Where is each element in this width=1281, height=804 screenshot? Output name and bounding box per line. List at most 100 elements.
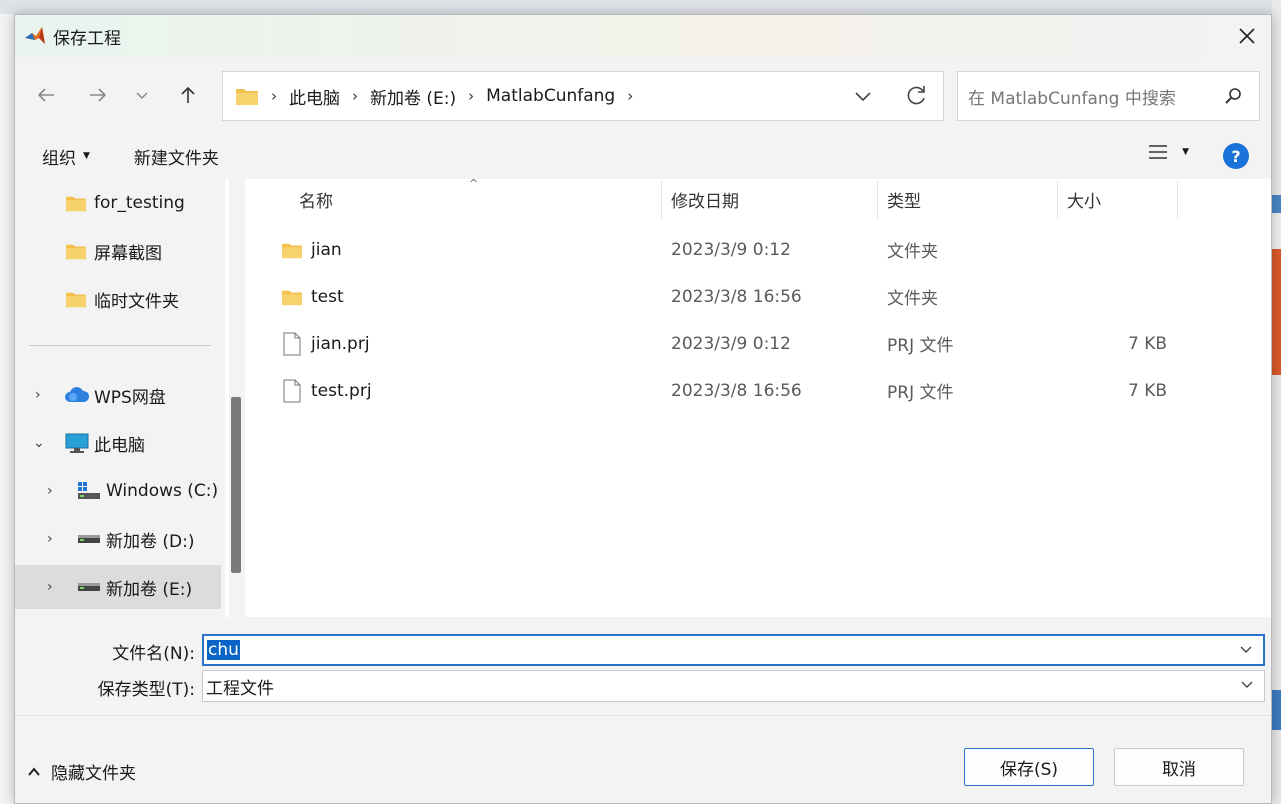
windows-drive-icon	[78, 482, 100, 499]
drive-icon	[78, 583, 100, 591]
column-header-label: 名称	[299, 191, 333, 212]
hide-folders-label: 隐藏文件夹	[51, 764, 136, 784]
expand-chevron-icon[interactable]: ›	[35, 387, 41, 403]
search-icon	[1225, 88, 1241, 104]
breadcrumb: › 此电脑 › 新加卷 (E:) › MatlabCunfang ›	[259, 84, 645, 109]
sidebar-item-label: 新加卷 (E:)	[106, 579, 193, 600]
close-button[interactable]	[1233, 22, 1261, 50]
help-button[interactable]: ?	[1223, 143, 1249, 169]
folder-icon	[66, 292, 86, 308]
table-row[interactable]: jian.prj 2023/3/9 0:12 PRJ 文件 7 KB	[251, 320, 1251, 367]
sidebar-item-label: 此电脑	[94, 435, 145, 456]
file-modified: 2023/3/9 0:12	[671, 333, 791, 354]
table-row[interactable]: test 2023/3/8 16:56 文件夹	[251, 273, 1251, 320]
matlab-logo-icon	[25, 27, 45, 44]
up-button[interactable]	[169, 76, 207, 114]
new-folder-button[interactable]: 新建文件夹	[134, 144, 219, 169]
table-row[interactable]: test.prj 2023/3/8 16:56 PRJ 文件 7 KB	[251, 367, 1251, 414]
folder-icon	[236, 89, 258, 105]
expand-chevron-icon[interactable]: ›	[47, 579, 53, 595]
new-folder-label: 新建文件夹	[133, 148, 219, 169]
computer-icon	[65, 433, 89, 453]
sidebar-item-label: Windows (C:)	[106, 481, 219, 501]
filetype-value: 工程文件	[206, 678, 274, 699]
chevron-down-icon[interactable]	[1239, 642, 1253, 656]
column-header-name[interactable]: 名称	[299, 179, 333, 219]
file-type: 文件夹	[887, 289, 938, 309]
column-header-label: 类型	[887, 191, 921, 212]
save-button[interactable]: 保存(S)	[964, 748, 1094, 786]
expand-chevron-icon[interactable]: ›	[47, 531, 53, 547]
forward-button[interactable]	[79, 76, 117, 114]
column-divider[interactable]	[1057, 181, 1058, 219]
cancel-button[interactable]: 取消	[1114, 748, 1244, 786]
search-placeholder: 在 MatlabCunfang 中搜索	[968, 88, 1176, 109]
address-bar[interactable]: › 此电脑 › 新加卷 (E:) › MatlabCunfang ›	[222, 71, 944, 121]
organize-label: 组织	[42, 148, 76, 169]
refresh-icon[interactable]	[903, 83, 929, 109]
divider	[15, 715, 1271, 716]
breadcrumb-separator-icon[interactable]: ›	[271, 87, 277, 105]
sidebar-item-label: WPS网盘	[94, 387, 166, 408]
filetype-select[interactable]: 工程文件	[202, 670, 1265, 702]
sidebar-item-wps-cloud[interactable]: › WPS网盘	[15, 373, 225, 417]
file-size	[1067, 273, 1167, 320]
collapse-chevron-icon[interactable]: ⌄	[33, 435, 45, 451]
column-header-label: 修改日期	[671, 191, 739, 212]
file-type: 文件夹	[887, 242, 938, 262]
address-dropdown-icon[interactable]	[851, 84, 875, 108]
expand-chevron-icon[interactable]: ›	[47, 483, 53, 499]
column-header-size[interactable]: 大小	[1067, 179, 1101, 219]
breadcrumb-separator-icon[interactable]: ›	[627, 87, 633, 105]
file-modified: 2023/3/8 16:56	[671, 286, 802, 307]
filename-input[interactable]: chu	[202, 634, 1265, 666]
recent-locations-button[interactable]	[123, 76, 161, 114]
column-divider[interactable]	[661, 181, 662, 219]
view-options-button[interactable]: ▼	[1148, 143, 1189, 161]
file-name: test	[311, 286, 344, 307]
search-input[interactable]: 在 MatlabCunfang 中搜索	[957, 71, 1260, 121]
file-size: 7 KB	[1127, 380, 1167, 401]
folder-icon	[66, 244, 86, 260]
table-row[interactable]: jian 2023/3/9 0:12 文件夹	[251, 226, 1251, 273]
arrow-up-icon	[181, 86, 195, 103]
chevron-up-icon	[28, 766, 40, 776]
column-header-modified[interactable]: 修改日期	[671, 179, 739, 219]
sidebar-item-drive-c[interactable]: › Windows (C:)	[15, 469, 225, 513]
breadcrumb-separator-icon[interactable]: ›	[468, 87, 474, 105]
column-divider[interactable]	[877, 181, 878, 219]
column-header-label: 大小	[1067, 191, 1101, 212]
navigation-bar: › 此电脑 › 新加卷 (E:) › MatlabCunfang › 在 Mat…	[15, 57, 1271, 133]
sidebar-item-this-pc[interactable]: ⌄ 此电脑	[15, 421, 225, 465]
column-header-type[interactable]: 类型	[887, 179, 921, 219]
save-form: 文件名(N): chu 保存类型(T): 工程文件 隐藏文件夹 保存(S) 取消	[15, 617, 1271, 803]
dialog-title: 保存工程	[53, 28, 121, 49]
caret-down-icon: ▼	[83, 151, 90, 161]
breadcrumb-item-this-pc[interactable]: 此电脑	[289, 84, 340, 109]
sidebar-item-drive-e[interactable]: › 新加卷 (E:)	[15, 565, 221, 609]
hide-folders-toggle[interactable]: 隐藏文件夹	[27, 759, 136, 784]
sidebar-scrollbar-thumb[interactable]	[231, 397, 241, 573]
sidebar-item-for-testing[interactable]: for_testing	[15, 181, 225, 225]
sidebar-item-temp-folder[interactable]: 临时文件夹	[15, 277, 225, 321]
sidebar-item-label: for_testing	[94, 193, 185, 213]
breadcrumb-item-drive-e[interactable]: 新加卷 (E:)	[370, 84, 456, 109]
breadcrumb-separator-icon[interactable]: ›	[352, 87, 358, 105]
file-list: ^ 名称 修改日期 类型 大小 jian 2023/3/9 0:12 文件夹 t…	[251, 177, 1271, 617]
title-bar: 保存工程	[15, 15, 1271, 57]
sidebar-item-label: 新加卷 (D:)	[106, 531, 195, 552]
file-name: test.prj	[311, 380, 372, 401]
sidebar-item-drive-d[interactable]: › 新加卷 (D:)	[15, 517, 225, 561]
column-divider[interactable]	[1177, 181, 1178, 219]
cloud-icon	[65, 387, 90, 402]
chevron-down-icon	[136, 92, 148, 100]
close-icon	[1239, 28, 1255, 44]
organize-menu-button[interactable]: 组织 ▼	[42, 144, 90, 169]
file-size	[1067, 226, 1167, 273]
folder-icon	[282, 290, 302, 305]
back-button[interactable]	[27, 76, 65, 114]
save-button-label: 保存(S)	[999, 759, 1059, 780]
file-modified: 2023/3/8 16:56	[671, 380, 802, 401]
breadcrumb-item-matlabcunfang[interactable]: MatlabCunfang	[486, 86, 615, 106]
sidebar-item-screenshots[interactable]: 屏幕截图	[15, 229, 225, 273]
